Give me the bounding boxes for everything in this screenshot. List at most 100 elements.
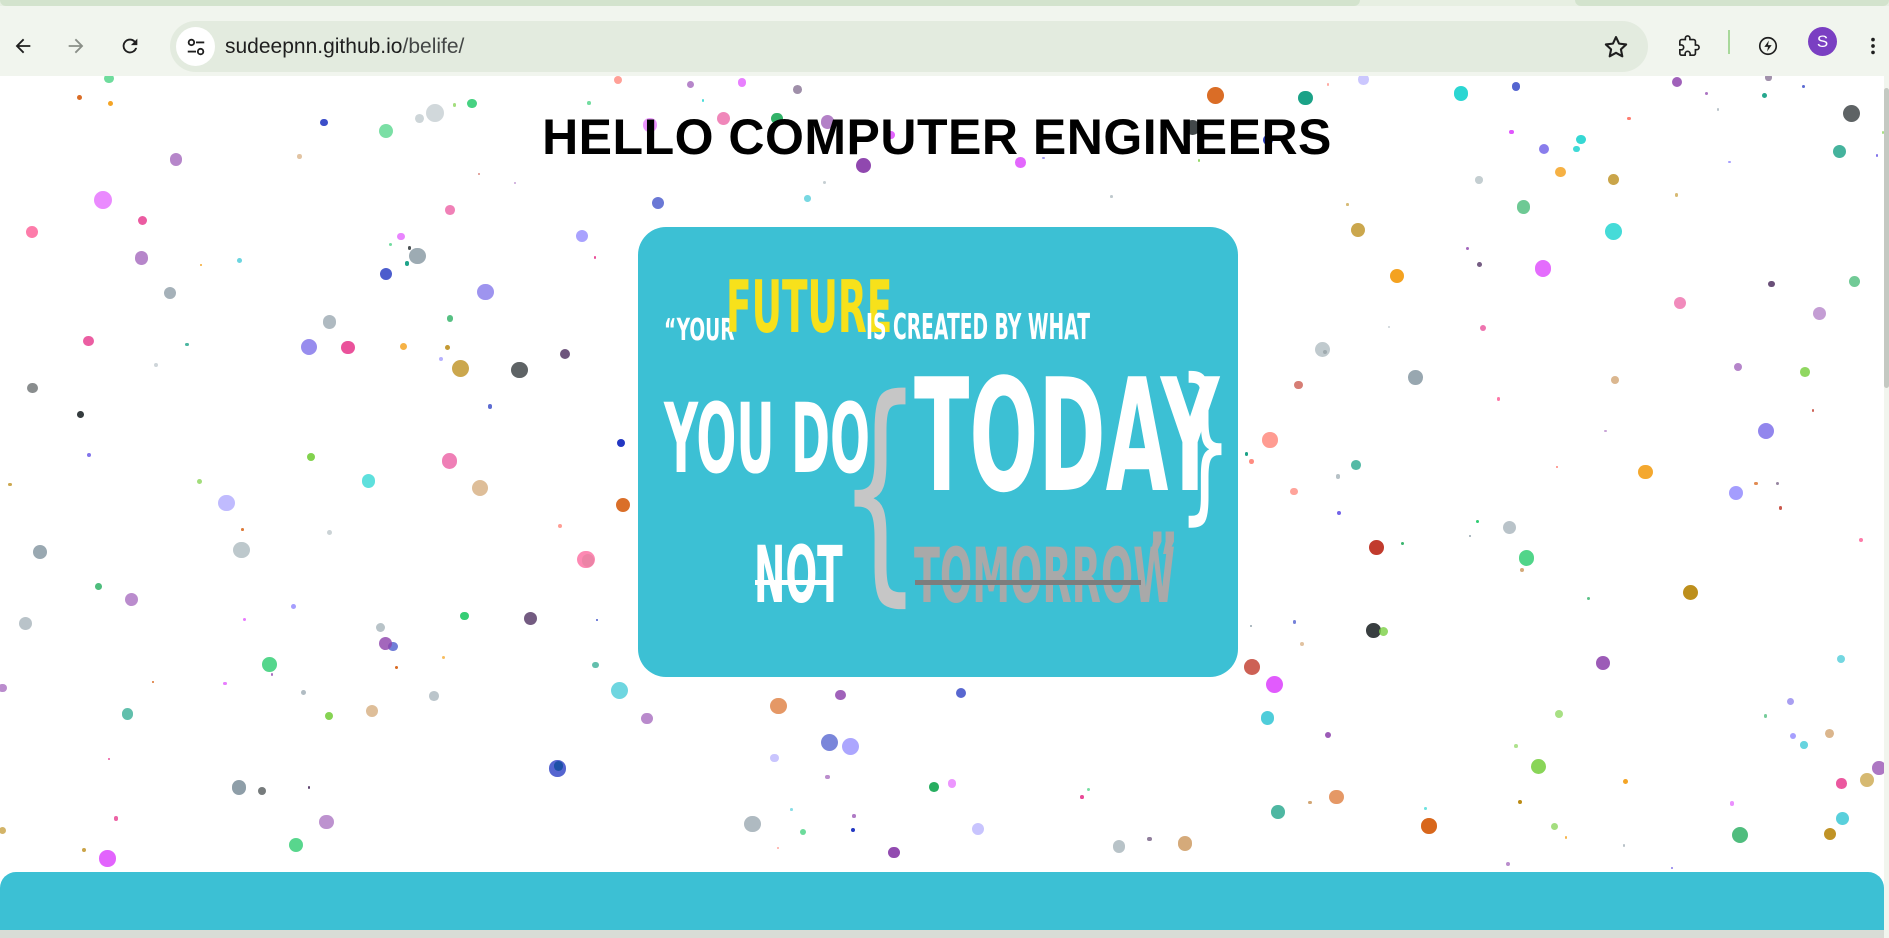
arrow-left-icon — [15, 38, 31, 54]
confetti-dot — [300, 338, 317, 356]
confetti-dot — [1516, 200, 1531, 214]
confetti-dot — [1848, 275, 1861, 288]
confetti-dot — [1800, 367, 1810, 378]
site-info-button[interactable] — [176, 27, 215, 66]
confetti-dot — [95, 583, 102, 591]
confetti-dot — [1326, 82, 1330, 86]
confetti-dot — [232, 780, 247, 795]
confetti-dot — [307, 786, 311, 790]
confetti-dot — [87, 453, 92, 458]
confetti-dot — [1079, 795, 1084, 799]
confetti-dot — [1465, 246, 1470, 250]
quote-tomorrow-strikethrough — [915, 580, 1141, 585]
confetti-dot — [1836, 655, 1845, 664]
confetti-dot — [1388, 325, 1391, 329]
reload-button[interactable] — [110, 26, 150, 66]
confetti-dot — [744, 816, 761, 833]
confetti-dot — [641, 712, 653, 725]
extensions-button[interactable] — [1669, 26, 1709, 66]
confetti-dot — [1622, 844, 1626, 847]
confetti-dot — [841, 737, 859, 756]
confetti-dot — [971, 823, 984, 836]
confetti-dot — [1262, 432, 1278, 448]
confetti-dot — [107, 758, 111, 761]
confetti-dot — [1503, 520, 1517, 534]
confetti-dot — [511, 361, 528, 379]
confetti-dot — [1673, 296, 1687, 310]
confetti-dot — [1475, 519, 1479, 523]
confetti-dot — [1314, 341, 1331, 358]
confetti-dot — [1768, 281, 1775, 288]
confetti-dot — [445, 205, 455, 215]
confetti-dot — [559, 349, 570, 360]
forward-button[interactable] — [56, 26, 96, 66]
confetti-dot — [487, 404, 493, 409]
confetti-dot — [1638, 464, 1653, 479]
confetti-dot — [184, 342, 189, 347]
confetti-dot — [1265, 676, 1283, 694]
confetti-dot — [1378, 626, 1389, 637]
page-viewport: HELLO COMPUTER ENGINEERS “YOUR FUTURE IS… — [0, 76, 1884, 938]
profile-avatar[interactable]: S — [1808, 27, 1837, 56]
confetti-dot — [1823, 827, 1837, 840]
confetti-dot — [1555, 709, 1564, 718]
confetti-dot — [1674, 193, 1678, 197]
confetti-dot — [852, 814, 856, 818]
back-button[interactable] — [3, 26, 43, 66]
confetti-dot — [83, 335, 95, 347]
quote-not-strikethrough — [755, 580, 833, 585]
quote-close-mark: ” — [1146, 517, 1180, 601]
confetti-dot — [108, 101, 114, 106]
confetti-dot — [1244, 452, 1249, 456]
confetti-dot — [163, 286, 176, 299]
confetti-dot — [835, 689, 847, 701]
confetti-dot — [701, 99, 705, 102]
confetti-dot — [0, 826, 6, 834]
confetti-dot — [99, 850, 116, 867]
performance-button[interactable] — [1748, 26, 1788, 66]
confetti-dot — [243, 617, 247, 621]
confetti-dot — [613, 76, 622, 85]
confetti-dot — [1087, 787, 1091, 791]
confetti-dot — [1505, 861, 1510, 866]
confetti-dot — [1671, 77, 1682, 88]
confetti-dot — [1556, 465, 1559, 468]
confetti-dot — [1776, 481, 1780, 485]
toolbar-divider — [1728, 30, 1730, 54]
scrollbar-thumb[interactable] — [1884, 88, 1889, 388]
confetti-dot — [1469, 534, 1472, 538]
confetti-dot — [154, 363, 159, 368]
confetti-dot — [1825, 729, 1835, 739]
confetti-dot — [258, 787, 267, 796]
url-text[interactable]: sudeepnn.github.io/belife/ — [225, 35, 464, 59]
confetti-dot — [1534, 260, 1552, 277]
confetti-dot — [233, 541, 250, 558]
confetti-dot — [1519, 550, 1535, 566]
bookmark-button[interactable] — [1602, 33, 1630, 61]
confetti-dot — [1293, 380, 1303, 390]
confetti-dot — [1308, 800, 1312, 805]
confetti-dot — [1872, 761, 1884, 775]
confetti-dot — [1604, 429, 1607, 433]
browser-menu-button[interactable] — [1858, 26, 1888, 66]
page-scrollbar[interactable] — [1884, 76, 1889, 938]
confetti-dot — [576, 230, 589, 243]
bolt-circle-icon — [1758, 36, 1778, 56]
confetti-dot — [1351, 222, 1365, 237]
confetti-dot — [290, 603, 296, 609]
confetti-dot — [1754, 481, 1758, 485]
confetti-dot — [1836, 812, 1850, 825]
confetti-dot — [19, 616, 33, 630]
confetti-dot — [1358, 76, 1369, 85]
confetti-dot — [793, 85, 802, 94]
confetti-dot — [399, 342, 408, 350]
confetti-dot — [319, 814, 334, 829]
confetti-dot — [1408, 370, 1424, 386]
address-bar[interactable]: sudeepnn.github.io/belife/ — [170, 21, 1648, 72]
browser-toolbar: sudeepnn.github.io/belife/ S — [0, 6, 1889, 76]
confetti-dot — [199, 264, 203, 267]
confetti-dot — [615, 498, 630, 513]
confetti-dot — [441, 655, 445, 660]
confetti-dot — [1729, 801, 1735, 806]
confetti-dot — [1765, 76, 1772, 81]
